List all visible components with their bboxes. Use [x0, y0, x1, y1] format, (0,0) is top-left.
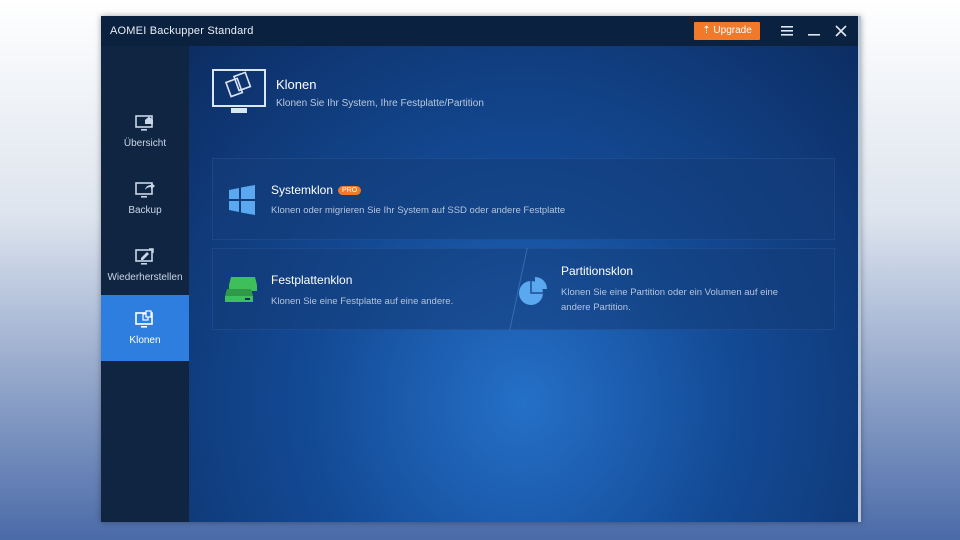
upgrade-arrow-icon: ⇡ — [702, 25, 714, 36]
minimize-icon[interactable] — [805, 22, 823, 40]
upgrade-label: Upgrade — [713, 25, 752, 36]
disk-stack-icon — [225, 277, 257, 302]
system-clone-title: Systemklon — [271, 183, 334, 197]
disk-clone-description: Klonen Sie eine Festplatte auf eine ande… — [271, 296, 454, 307]
backup-monitor-icon — [135, 182, 155, 198]
partition-clone-card[interactable]: Partitionsklon Klonen Sie eine Partition… — [513, 249, 834, 329]
sidebar-item-label: Übersicht — [123, 138, 167, 149]
window-title: AOMEI Backupper Standard — [110, 25, 254, 37]
page-description: Klonen Sie Ihr System, Ihre Festplatte/P… — [276, 98, 484, 109]
sidebar-item-label: Backup — [128, 205, 162, 216]
system-clone-card[interactable]: Systemklon PRO Klonen oder migrieren Sie … — [212, 158, 835, 240]
partition-clone-title: Partitionsklon — [561, 264, 634, 278]
close-icon[interactable] — [832, 22, 850, 40]
upgrade-button[interactable]: ⇡ Upgrade — [694, 22, 760, 40]
disk-clone-card[interactable]: Festplattenklon Klonen Sie eine Festplat… — [213, 249, 509, 329]
pie-chart-icon — [519, 277, 547, 305]
sidebar-item-overview[interactable]: Übersicht — [101, 98, 189, 164]
page-title: Klonen — [276, 77, 317, 92]
windows-logo-icon — [229, 185, 255, 215]
clone-options-row: Festplattenklon Klonen Sie eine Festplat… — [212, 247, 835, 331]
card-description: Klonen oder migrieren Sie Ihr System auf… — [271, 205, 566, 216]
partition-description-line-1: Klonen Sie eine Partition oder ein Volum… — [561, 287, 779, 298]
sidebar: Übersicht Backup Wiederherstellen Klonen — [101, 46, 189, 522]
disk-clone-title: Festplattenklon — [271, 273, 353, 287]
pro-badge: PRO — [338, 186, 362, 195]
sidebar-item-label: Wiederherstellen — [107, 272, 183, 283]
home-monitor-icon — [135, 115, 153, 131]
card-title: Systemklon PRO — [271, 183, 362, 197]
partition-description-line-2: andere Partition. — [561, 302, 631, 313]
sidebar-item-label: Klonen — [129, 335, 161, 346]
clone-monitor-icon — [135, 310, 153, 328]
hamburger-menu-icon[interactable] — [778, 22, 796, 40]
app-window: AOMEI Backupper Standard ⇡ Upgrade Übers… — [101, 16, 861, 522]
title-bar: AOMEI Backupper Standard ⇡ Upgrade — [101, 16, 858, 46]
sidebar-item-backup[interactable]: Backup — [101, 165, 189, 231]
sidebar-item-restore[interactable]: Wiederherstellen — [101, 232, 189, 298]
sidebar-item-clone[interactable]: Klonen — [101, 295, 189, 361]
restore-monitor-icon — [135, 248, 154, 265]
partition-clone-description: Klonen Sie eine Partition oder ein Volum… — [561, 285, 826, 315]
main-content: Klonen Klonen Sie Ihr System, Ihre Festp… — [189, 46, 858, 522]
